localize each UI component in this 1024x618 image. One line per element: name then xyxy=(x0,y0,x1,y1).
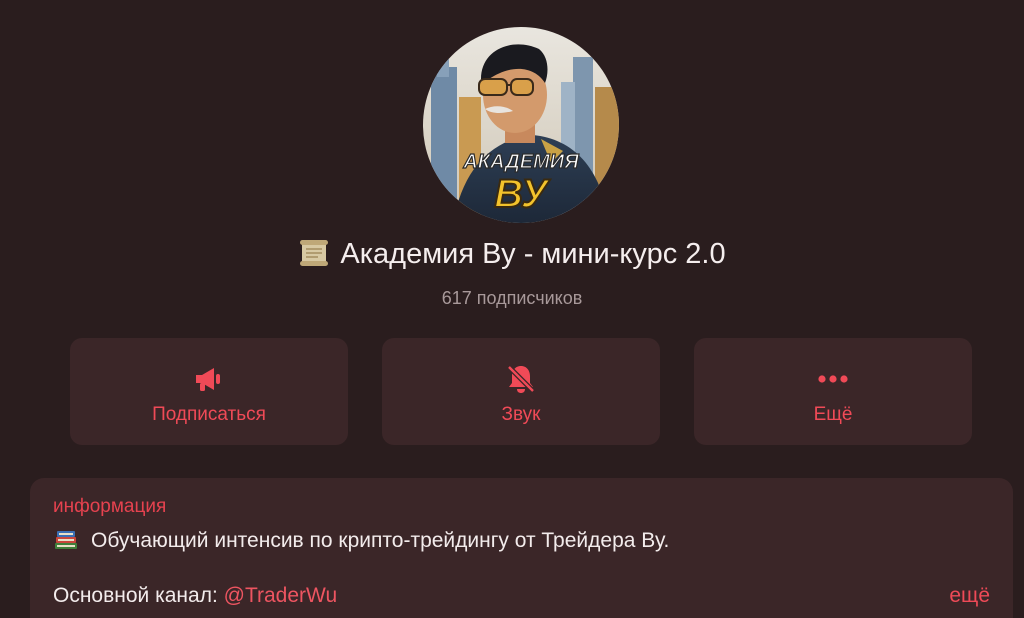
sound-label: Звук xyxy=(501,404,541,425)
expand-more-link[interactable]: ещё xyxy=(949,584,990,608)
info-card: информация Обучающий интенсив по крипто-… xyxy=(30,478,1013,618)
channel-title: Академия Ву - мини-курс 2.0 xyxy=(0,238,1024,275)
subscribe-label: Подписаться xyxy=(152,404,266,425)
bell-off-icon xyxy=(504,362,538,396)
info-description: Обучающий интенсив по крипто-трейдингу о… xyxy=(53,527,669,557)
main-channel-link[interactable]: @TraderWu xyxy=(224,584,338,607)
subscriber-count: 617 подписчиков xyxy=(441,288,583,308)
more-label: Ещё xyxy=(813,404,853,425)
scroll-icon xyxy=(298,239,330,275)
books-icon xyxy=(53,527,79,557)
megaphone-icon xyxy=(192,362,226,396)
info-description-text: Обучающий интенсив по крипто-трейдингу о… xyxy=(91,529,670,552)
info-label: информация xyxy=(53,496,167,517)
channel-title-text: Академия Ву - мини-курс 2.0 xyxy=(340,238,726,270)
main-channel-line: Основной канал: @TraderWu xyxy=(53,584,337,608)
more-button[interactable]: Ещё xyxy=(694,338,972,445)
channel-profile-page: АКАДЕМИЯ ВУ Академия Ву - мини-курс 2.0 … xyxy=(0,0,1024,618)
svg-text:АКАДЕМИЯ: АКАДЕМИЯ xyxy=(462,151,579,173)
sound-button[interactable]: Звук xyxy=(382,338,660,445)
channel-avatar[interactable]: АКАДЕМИЯ ВУ xyxy=(423,27,619,223)
svg-text:ВУ: ВУ xyxy=(494,172,550,216)
avatar-image: АКАДЕМИЯ ВУ xyxy=(423,27,619,223)
subscribe-button[interactable]: Подписаться xyxy=(70,338,348,445)
main-channel-label: Основной канал: xyxy=(53,584,224,607)
more-dots-icon xyxy=(816,362,850,396)
